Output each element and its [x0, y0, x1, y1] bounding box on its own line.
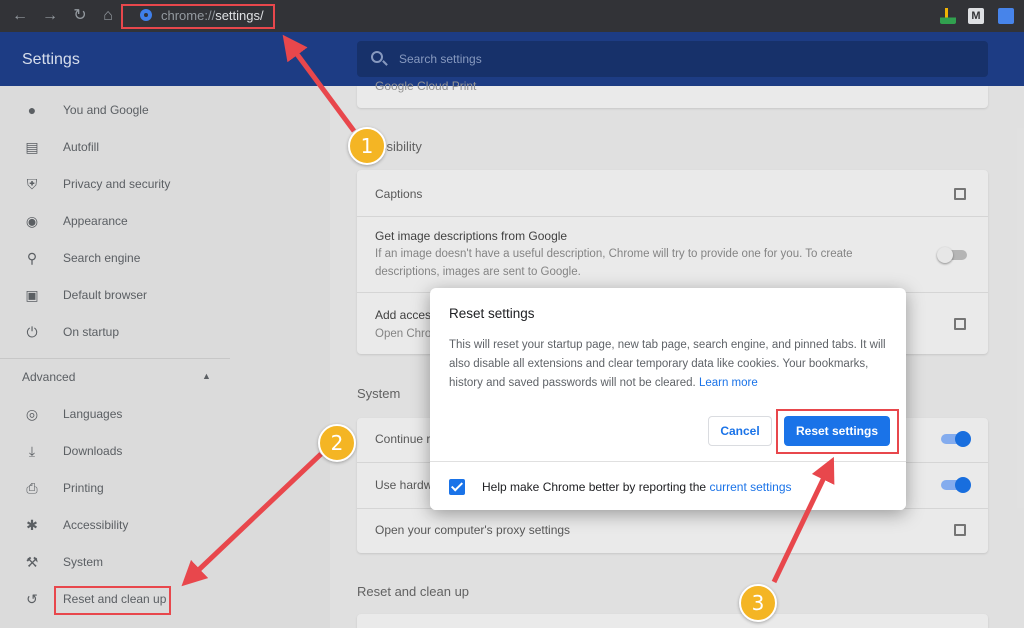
step-badge-1: 1 — [348, 127, 386, 165]
current-settings-link[interactable]: current settings — [709, 480, 791, 494]
reset-settings-dialog: Reset settings This will reset your star… — [430, 288, 906, 510]
footer-text: Help make Chrome better by reporting the… — [482, 480, 792, 494]
cancel-button[interactable]: Cancel — [708, 416, 772, 446]
dialog-body: This will reset your startup page, new t… — [449, 336, 889, 393]
reset-clean-up-highlight — [54, 586, 171, 615]
address-bar-highlight — [121, 4, 275, 29]
dialog-body-text: This will reset your startup page, new t… — [449, 339, 886, 389]
dialog-footer: Help make Chrome better by reporting the… — [430, 461, 906, 510]
step-badge-3: 3 — [739, 584, 777, 622]
dialog-title: Reset settings — [449, 306, 535, 321]
learn-more-link[interactable]: Learn more — [699, 377, 758, 389]
step-badge-2: 2 — [318, 424, 356, 462]
reset-button-highlight — [776, 409, 899, 454]
report-settings-checkbox[interactable] — [449, 479, 465, 495]
